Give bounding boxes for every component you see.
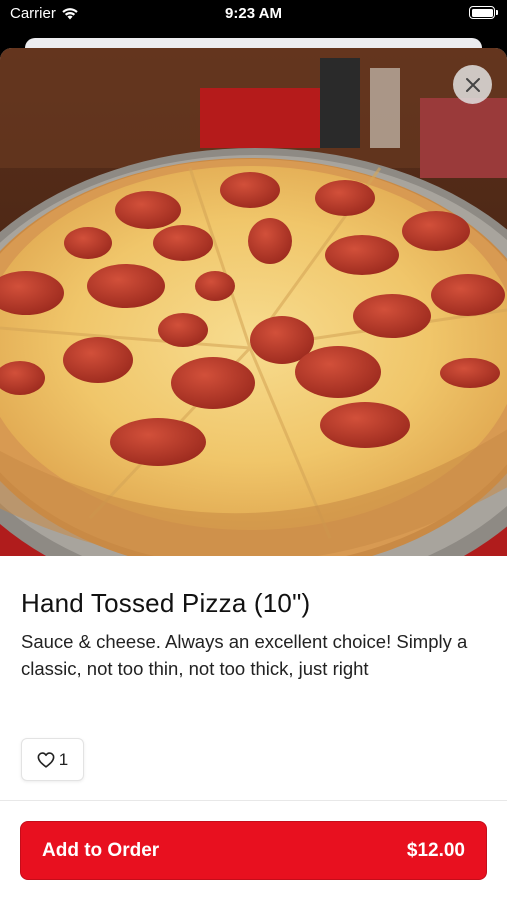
like-button[interactable]: 1 — [21, 738, 84, 781]
item-description: Sauce & cheese. Always an excellent choi… — [21, 631, 468, 679]
item-title: Hand Tossed Pizza (10") — [21, 588, 311, 618]
status-time: 9:23 AM — [225, 5, 282, 22]
close-button[interactable] — [453, 65, 492, 104]
item-info: Hand Tossed Pizza (10") Sauce & cheese. … — [21, 588, 491, 682]
item-image — [0, 48, 507, 556]
pepperoni-pizza-photo — [0, 48, 507, 556]
add-to-order-label: Add to Order — [42, 839, 160, 861]
price-label: $12.00 — [406, 839, 465, 861]
battery-icon — [469, 6, 498, 19]
add-to-order-button[interactable]: Add to Order $12.00 — [20, 821, 487, 880]
like-count: 1 — [58, 749, 69, 769]
close-icon — [465, 77, 480, 92]
heart-icon — [37, 751, 55, 768]
divider — [0, 800, 507, 801]
item-detail-sheet: Hand Tossed Pizza (10") Sauce & cheese. … — [0, 48, 507, 900]
status-bar: Carrier 9:23 AM — [0, 0, 507, 30]
